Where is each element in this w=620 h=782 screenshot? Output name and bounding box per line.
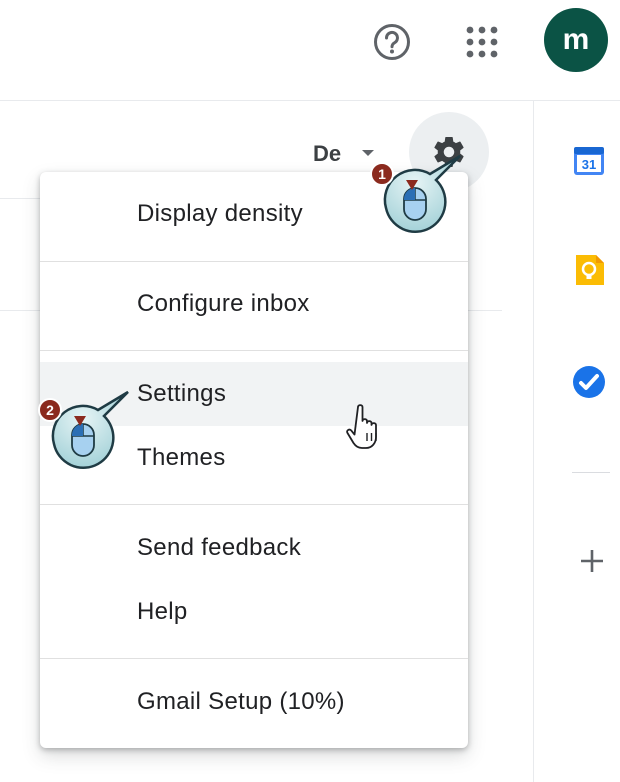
tasks-icon[interactable]	[571, 364, 607, 400]
calendar-day: 31	[582, 157, 596, 172]
avatar[interactable]: m	[544, 8, 608, 72]
list-divider	[468, 310, 502, 311]
menu-divider	[40, 261, 468, 262]
hand-pointer-icon	[346, 403, 386, 460]
step-1-number: 1	[378, 166, 386, 182]
apps-grid-icon[interactable]	[462, 22, 502, 62]
density-toggle-label[interactable]: De	[313, 141, 341, 167]
menu-item-configure-inbox[interactable]: Configure inbox	[40, 272, 468, 336]
top-bar: m	[0, 0, 620, 101]
menu-divider	[40, 658, 468, 659]
step-2-callout: 2	[36, 386, 136, 487]
menu-item-label: Help	[137, 598, 188, 625]
toolbar-divider	[0, 198, 40, 199]
menu-item-label: Gmail Setup (10%)	[137, 688, 345, 715]
keep-icon[interactable]	[571, 252, 607, 288]
menu-divider	[40, 350, 468, 351]
menu-item-label: Send feedback	[137, 534, 302, 561]
side-panel: 31	[533, 100, 620, 782]
help-circle-icon[interactable]	[372, 22, 412, 62]
menu-item-label: Display density	[137, 200, 303, 227]
side-panel-divider	[572, 472, 610, 473]
step-1-callout: 1	[368, 150, 468, 251]
menu-item-send-feedback[interactable]: Send feedback	[40, 516, 468, 580]
menu-divider	[40, 504, 468, 505]
step-2-number: 2	[46, 402, 54, 418]
add-icon[interactable]	[577, 546, 607, 576]
menu-item-gmail-setup[interactable]: Gmail Setup (10%)	[40, 670, 468, 734]
menu-item-label: Settings	[137, 380, 227, 407]
list-divider	[0, 310, 40, 311]
menu-item-label: Themes	[137, 444, 226, 471]
menu-item-label: Configure inbox	[137, 290, 310, 317]
calendar-icon[interactable]: 31	[571, 142, 607, 178]
menu-item-help[interactable]: Help	[40, 580, 468, 644]
